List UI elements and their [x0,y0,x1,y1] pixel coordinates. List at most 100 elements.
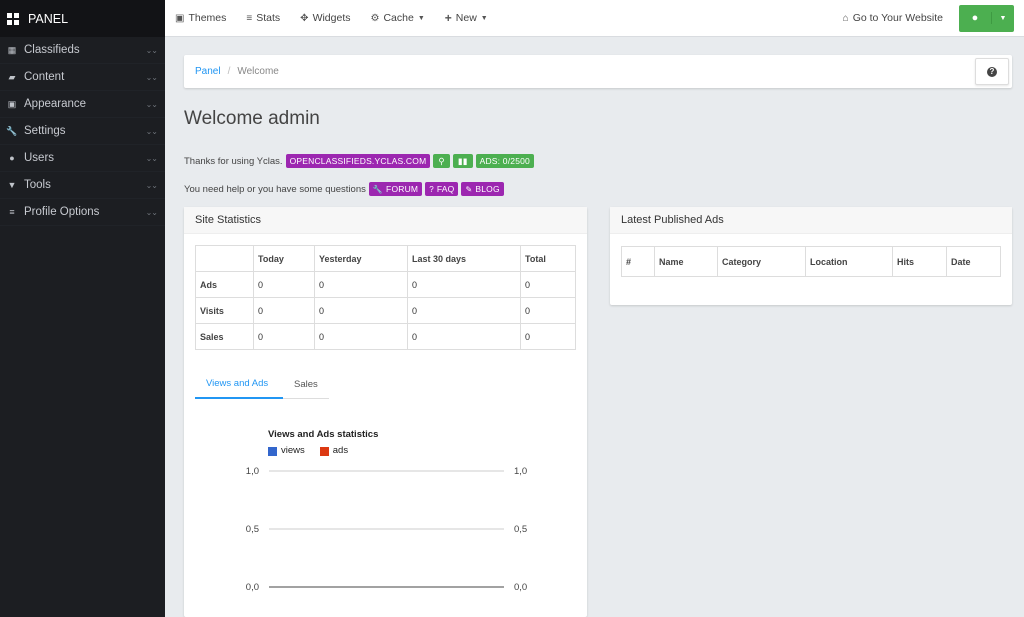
column-header: Yesterday [314,245,408,272]
question-icon: ? [429,184,434,194]
home-icon: ⌂ [842,12,849,24]
legend-label: views [281,445,305,456]
table-cell: 0 [253,271,315,298]
legend-item-views[interactable]: views [268,445,305,456]
forum-button[interactable]: 🔧 FORUM [368,182,423,196]
sidebar-item-classifieds[interactable]: ▦ Classifieds ⌄⌄ [0,37,165,64]
breadcrumb-current: Welcome [237,66,279,77]
sidebar-item-users[interactable]: ● Users ⌄⌄ [0,145,165,172]
go-to-website-label: Go to Your Website [852,12,943,24]
column-header: Name [654,246,718,277]
sidebar-item-label: Settings [24,125,66,137]
folder-open-icon: ▰ [8,71,16,82]
column-header [195,245,254,272]
site-statistics-table: Today Yesterday Last 30 days Total Ads 0… [195,245,576,350]
faq-label: FAQ [436,184,455,194]
table-cell: 0 [253,297,315,324]
nav-widgets[interactable]: ✥ Widgets [290,0,360,37]
table-row: Visits 0 0 0 0 [195,297,576,324]
tab-views-and-ads[interactable]: Views and Ads [195,370,283,399]
user-icon: ● [9,153,15,163]
legend-item-ads[interactable]: ads [319,445,348,456]
site-url-badge[interactable]: OPENCLASSIFIEDS.YCLAS.COM [285,154,431,168]
chevron-double-down-icon: ⌄⌄ [145,99,158,109]
site-statistics-panel: Site Statistics Today Yesterday Last 30 … [184,207,587,617]
user-menu-button[interactable]: ● ▼ [959,4,1014,32]
faq-button[interactable]: ? FAQ [425,182,459,196]
chevron-double-down-icon: ⌄⌄ [145,45,158,55]
picture-icon: ▣ [7,98,17,109]
blog-button[interactable]: ✎ BLOG [461,182,504,196]
table-cell: 0 [314,297,408,324]
y-tick-label-left: 0,0 [246,582,259,593]
chart-legend: views ads [268,445,363,456]
sidebar-item-content[interactable]: ▰ Content ⌄⌄ [0,64,165,91]
help-line: You need help or you have some questions… [184,182,504,196]
y-tick-label-left: 0,5 [246,524,259,535]
blog-label: BLOG [475,184,500,194]
move-icon: ✥ [300,12,309,24]
latest-ads-panel: Latest Published Ads # Name Category Loc… [610,207,1012,305]
question-icon: ? [987,66,997,77]
caret-down-icon: ▼ [417,14,425,22]
nav-themes-label: Themes [188,12,227,24]
pencil-icon: ✎ [465,184,473,194]
page-title: Welcome admin [184,108,320,129]
table-cell: 0 [314,271,408,298]
nav-new[interactable]: + New ▼ [435,0,498,37]
bar-chart-icon: ▮▮ [457,155,468,166]
column-header: Last 30 days [407,245,521,272]
breadcrumb-panel-link[interactable]: Panel [195,66,221,77]
go-to-website-link[interactable]: ⌂ Go to Your Website [833,0,953,37]
gear-icon: ⚙ [370,12,380,24]
row-label: Visits [195,297,254,324]
nav-stats[interactable]: ≡ Stats [236,0,290,37]
latest-ads-title: Latest Published Ads [610,207,1012,234]
nav-right: ⌂ Go to Your Website ● ▼ [833,0,1024,37]
nav-stats-label: Stats [256,12,281,24]
legend-swatch-ads [319,446,329,456]
sidebar-item-label: Users [24,152,55,164]
breadcrumb-separator: / [227,66,231,77]
row-label: Ads [195,271,254,298]
caret-down-icon: ▼ [999,14,1007,22]
table-cell: 0 [520,297,576,324]
sidebar-item-label: Tools [24,179,51,191]
sidebar-item-settings[interactable]: 🔧 Settings ⌄⌄ [0,118,165,145]
top-navbar: ▣ Themes ≡ Stats ✥ Widgets ⚙ Cache ▼ + N… [165,0,1024,37]
legend-swatch-views [268,446,277,456]
nav-cache[interactable]: ⚙ Cache ▼ [361,0,435,37]
plus-icon: + [444,11,452,25]
forum-label: FORUM [386,184,419,194]
tab-sales[interactable]: Sales [283,370,329,399]
chevron-double-down-icon: ⌄⌄ [145,72,158,82]
column-header: Category [717,246,806,277]
caret-down-icon: ▼ [480,14,488,22]
column-header: Location [805,246,893,277]
y-tick-label-right: 0,0 [514,582,527,593]
brand-label: PANEL [28,11,69,26]
sidebar-item-tools[interactable]: ▼ Tools ⌄⌄ [0,172,165,199]
picture-icon: ▣ [175,12,185,24]
sidebar-item-label: Profile Options [24,206,100,218]
row-label: Sales [195,323,254,350]
stats-tabs: Views and Ads Sales [195,370,329,399]
sidebar-item-profile-options[interactable]: ≡ Profile Options ⌄⌄ [0,199,165,226]
stats-button[interactable]: ▮▮ [452,154,473,168]
ads-count-badge[interactable]: ADS: 0/2500 [475,154,534,168]
y-tick-label-right: 1,0 [514,466,527,477]
table-cell: 0 [520,271,576,298]
help-text: You need help or you have some questions [184,183,366,195]
nav-themes[interactable]: ▣ Themes [165,0,236,37]
column-header: Total [520,245,576,272]
search-button[interactable]: ⚲ [433,154,450,168]
sidebar-item-label: Content [24,71,65,83]
chart-title: Views and Ads statistics [268,429,379,440]
wrench-icon: 🔧 [372,184,384,194]
views-ads-chart: 1,0 1,0 0,5 0,5 0,0 0,0 [246,466,527,593]
sidebar-item-appearance[interactable]: ▣ Appearance ⌄⌄ [0,91,165,118]
brand[interactable]: PANEL [0,0,165,37]
help-button[interactable]: ? [975,58,1009,85]
grid-icon [7,12,19,25]
table-cell: 0 [407,271,521,298]
